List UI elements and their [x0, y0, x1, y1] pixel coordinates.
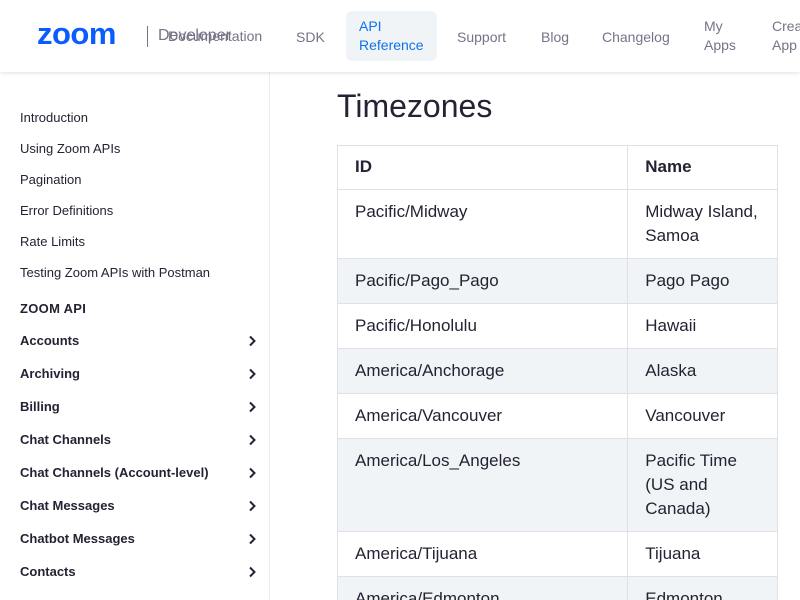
timezone-name-cell: Pacific Time (US and Canada): [627, 438, 778, 532]
table-row: Pacific/Midway Midway Island, Samoa: [336, 189, 778, 259]
nav-create-app[interactable]: Crea App: [772, 17, 800, 55]
timezone-id-cell: America/Tijuana: [336, 531, 629, 577]
sidebar-link-introduction[interactable]: Introduction: [20, 110, 88, 126]
nav-create-app-line2: App: [772, 37, 797, 53]
sidebar-group-chat-channels[interactable]: Chat Channels: [0, 424, 269, 457]
nav-api-reference-line2: Reference: [359, 37, 424, 53]
timezone-name-cell: Pago Pago: [627, 258, 778, 304]
sidebar-group-archiving[interactable]: Archiving: [0, 358, 269, 391]
table-row: Pacific/Pago_Pago Pago Pago: [336, 258, 778, 304]
nav-blog[interactable]: Blog: [541, 28, 569, 47]
sidebar-group-label: Contacts: [20, 564, 76, 579]
column-header-id: ID: [336, 145, 629, 190]
top-header: zoom Developer Documentation SDK API Ref…: [0, 0, 800, 72]
nav-api-reference-line1: API: [359, 18, 382, 34]
timezone-id-cell: America/Anchorage: [336, 348, 629, 394]
timezone-id-cell: America/Edmonton: [336, 576, 629, 600]
nav-my-apps[interactable]: My Apps: [704, 17, 736, 55]
chevron-right-icon: [249, 467, 256, 479]
table-row: America/Vancouver Vancouver: [336, 393, 778, 439]
sidebar-group-label: Billing: [20, 399, 60, 414]
table-row: America/Anchorage Alaska: [336, 348, 778, 394]
sidebar-group-billing[interactable]: Billing: [0, 391, 269, 424]
nav-sdk[interactable]: SDK: [296, 28, 325, 47]
chevron-right-icon: [249, 434, 256, 446]
sidebar-link-rate-limits[interactable]: Rate Limits: [20, 234, 85, 250]
nav-my-apps-line2: Apps: [704, 37, 736, 53]
nav-support[interactable]: Support: [457, 28, 506, 47]
sidebar-group-label: Chatbot Messages: [20, 531, 135, 546]
sidebar-group-chat-channels-account-level[interactable]: Chat Channels (Account-level): [0, 457, 269, 490]
timezone-id-cell: Pacific/Midway: [336, 189, 629, 259]
svg-text:zoom: zoom: [37, 21, 116, 49]
sidebar-heading-zoom-api: ZOOM API: [20, 301, 87, 316]
page-title: Timezones: [337, 88, 493, 124]
sidebar-link-pagination[interactable]: Pagination: [20, 172, 81, 188]
sidebar-group-accounts[interactable]: Accounts: [0, 325, 269, 358]
column-header-name: Name: [627, 145, 778, 190]
sidebar-link-using-zoom-apis[interactable]: Using Zoom APIs: [20, 141, 120, 157]
timezone-name-cell: Hawaii: [627, 303, 778, 349]
sidebar-group-label: Archiving: [20, 366, 80, 381]
sidebar-link-error-definitions[interactable]: Error Definitions: [20, 203, 113, 219]
timezones-table: ID Name Pacific/Midway Midway Island, Sa…: [336, 145, 778, 600]
chevron-right-icon: [249, 401, 256, 413]
timezone-id-cell: America/Los_Angeles: [336, 438, 629, 532]
timezone-name-cell: Tijuana: [627, 531, 778, 577]
timezone-name-cell: Vancouver: [627, 393, 778, 439]
nav-create-app-line1: Crea: [772, 18, 800, 34]
table-header-row: ID Name: [336, 145, 778, 190]
brand-divider: [147, 26, 148, 47]
sidebar-group-label: Chat Channels: [20, 432, 112, 447]
zoom-logo[interactable]: zoom: [37, 21, 135, 49]
sidebar-link-testing-postman[interactable]: Testing Zoom APIs with Postman: [20, 265, 210, 281]
timezone-id-cell: America/Vancouver: [336, 393, 629, 439]
sidebar-group-label: Chat Channels (Account-level): [20, 465, 209, 480]
table-row: America/Tijuana Tijuana: [336, 531, 778, 577]
sidebar-group-chatbot-messages[interactable]: Chatbot Messages: [0, 523, 269, 556]
chevron-right-icon: [249, 368, 256, 380]
timezone-name-cell: Midway Island, Samoa: [627, 189, 778, 259]
nav-documentation[interactable]: Documentation: [168, 28, 262, 44]
table-row: America/Los_Angeles Pacific Time (US and…: [336, 438, 778, 532]
table-row: America/Edmonton Edmonton: [336, 576, 778, 600]
timezone-id-cell: Pacific/Honolulu: [336, 303, 629, 349]
chevron-right-icon: [249, 533, 256, 545]
sidebar-group-label: Accounts: [20, 333, 80, 348]
chevron-right-icon: [249, 500, 256, 512]
chevron-right-icon: [249, 566, 256, 578]
sidebar-group-label: Chat Messages: [20, 498, 115, 513]
sidebar: Introduction Using Zoom APIs Pagination …: [0, 72, 270, 600]
sidebar-group-contacts[interactable]: Contacts: [0, 556, 269, 589]
table-row: Pacific/Honolulu Hawaii: [336, 303, 778, 349]
nav-api-reference[interactable]: API Reference: [346, 11, 437, 61]
timezone-name-cell: Edmonton: [627, 576, 778, 600]
sidebar-group-chat-messages[interactable]: Chat Messages: [0, 490, 269, 523]
nav-changelog[interactable]: Changelog: [602, 28, 670, 47]
timezone-id-cell: Pacific/Pago_Pago: [336, 258, 629, 304]
nav-my-apps-line1: My: [704, 18, 723, 34]
chevron-right-icon: [249, 335, 256, 347]
timezone-name-cell: Alaska: [627, 348, 778, 394]
